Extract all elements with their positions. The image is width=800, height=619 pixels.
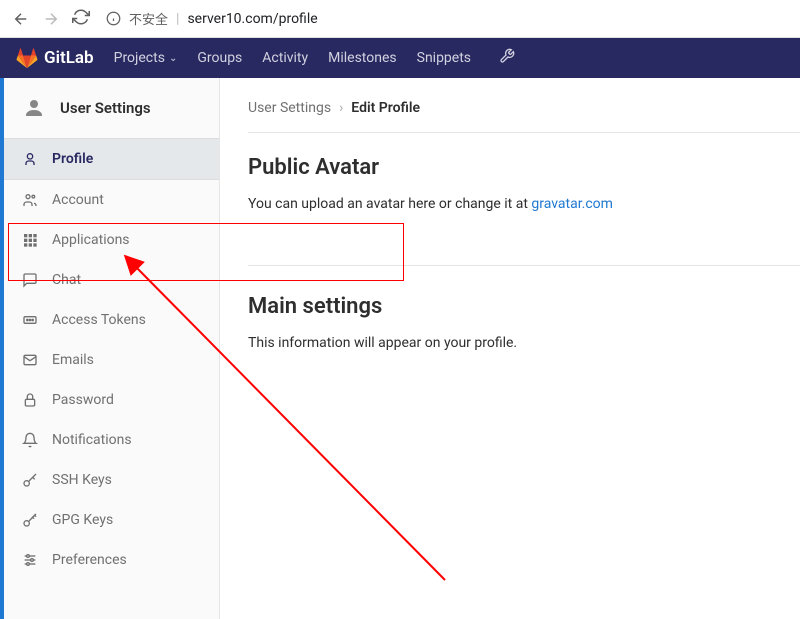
- gpg-keys-icon: [22, 512, 38, 528]
- sidebar-item-profile[interactable]: Profile: [0, 138, 219, 180]
- sidebar-label-ssh-keys: SSH Keys: [52, 472, 112, 488]
- reload-button[interactable]: [72, 8, 90, 30]
- nav-groups[interactable]: Groups: [197, 50, 242, 66]
- url-text: server10.com/profile: [187, 11, 317, 27]
- main-settings-title: Main settings: [248, 294, 800, 319]
- public-avatar-title: Public Avatar: [248, 155, 800, 180]
- nav-activity[interactable]: Activity: [262, 50, 308, 66]
- password-icon: [22, 392, 38, 408]
- gitlab-header: GitLab Projects⌄ Groups Activity Milesto…: [0, 38, 800, 78]
- breadcrumb-root[interactable]: User Settings: [248, 100, 331, 116]
- sidebar-header: User Settings: [0, 78, 219, 138]
- sidebar-label-preferences: Preferences: [52, 552, 127, 568]
- sidebar: User Settings Profile Account Applicatio…: [0, 78, 220, 619]
- applications-icon: [22, 232, 38, 248]
- divider: [248, 132, 800, 133]
- main-settings-desc: This information will appear on your pro…: [248, 333, 800, 354]
- nav-projects[interactable]: Projects⌄: [114, 50, 178, 66]
- access-tokens-icon: [22, 312, 38, 328]
- notifications-icon: [22, 432, 38, 448]
- nav-snippets[interactable]: Snippets: [417, 50, 471, 66]
- main-layout: User Settings Profile Account Applicatio…: [0, 78, 800, 619]
- public-avatar-desc: You can upload an avatar here or change …: [248, 194, 800, 215]
- sidebar-item-ssh-keys[interactable]: SSH Keys: [0, 460, 219, 500]
- forward-button[interactable]: [42, 10, 60, 28]
- sidebar-label-chat: Chat: [52, 272, 81, 288]
- nav-milestones[interactable]: Milestones: [328, 50, 397, 66]
- preferences-icon: [22, 552, 38, 568]
- gitlab-logo[interactable]: GitLab: [16, 47, 94, 69]
- account-icon: [22, 192, 38, 208]
- divider: [248, 265, 800, 266]
- profile-icon: [22, 151, 38, 167]
- wrench-icon[interactable]: [499, 48, 515, 68]
- sidebar-item-emails[interactable]: Emails: [0, 340, 219, 380]
- sidebar-accent: [0, 78, 4, 619]
- sidebar-label-profile: Profile: [52, 151, 93, 167]
- sidebar-item-account[interactable]: Account: [0, 180, 219, 220]
- chevron-down-icon: ⌄: [169, 53, 177, 64]
- insecure-label: 不安全: [129, 9, 168, 28]
- info-icon: [106, 11, 121, 26]
- sidebar-item-gpg-keys[interactable]: GPG Keys: [0, 500, 219, 540]
- sidebar-label-account: Account: [52, 192, 104, 208]
- sidebar-label-access-tokens: Access Tokens: [52, 312, 146, 328]
- sidebar-label-emails: Emails: [52, 352, 94, 368]
- gitlab-brand-text: GitLab: [44, 48, 94, 68]
- sidebar-label-password: Password: [52, 392, 114, 408]
- ssh-keys-icon: [22, 472, 38, 488]
- gravatar-link[interactable]: gravatar.com: [531, 196, 613, 212]
- sidebar-title: User Settings: [60, 99, 151, 117]
- chat-icon: [22, 272, 38, 288]
- breadcrumb-separator: ›: [339, 100, 343, 116]
- sidebar-label-notifications: Notifications: [52, 432, 132, 448]
- breadcrumb: User Settings › Edit Profile: [248, 100, 800, 116]
- sidebar-item-preferences[interactable]: Preferences: [0, 540, 219, 580]
- sidebar-item-notifications[interactable]: Notifications: [0, 420, 219, 460]
- sidebar-label-gpg-keys: GPG Keys: [52, 512, 113, 528]
- user-icon: [22, 96, 46, 120]
- breadcrumb-current: Edit Profile: [351, 100, 420, 116]
- sidebar-item-chat[interactable]: Chat: [0, 260, 219, 300]
- main-content: User Settings › Edit Profile Public Avat…: [220, 78, 800, 619]
- browser-bar: 不安全 | server10.com/profile: [0, 0, 800, 38]
- sidebar-label-applications: Applications: [52, 232, 130, 248]
- emails-icon: [22, 352, 38, 368]
- sidebar-item-applications[interactable]: Applications: [0, 220, 219, 260]
- url-separator: |: [176, 11, 179, 27]
- sidebar-item-password[interactable]: Password: [0, 380, 219, 420]
- back-button[interactable]: [12, 10, 30, 28]
- address-bar[interactable]: 不安全 | server10.com/profile: [102, 5, 788, 33]
- sidebar-item-access-tokens[interactable]: Access Tokens: [0, 300, 219, 340]
